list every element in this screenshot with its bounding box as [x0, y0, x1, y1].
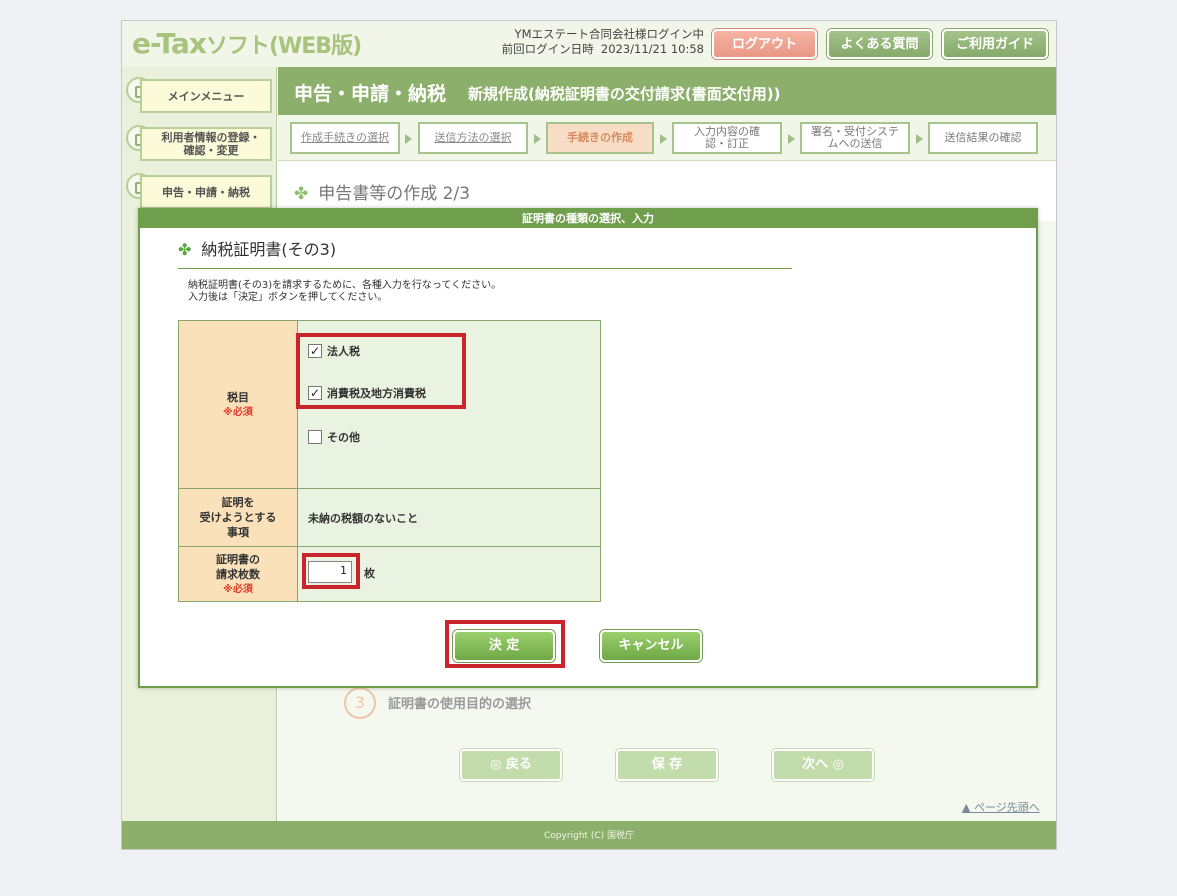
step-arrow-icon: [405, 134, 412, 144]
step-create: 手続きの作成: [546, 122, 654, 154]
sidebar-item-main-menu[interactable]: メインメニュー: [140, 79, 272, 113]
certificate-form-table: 税目 ※必須 ✓ 法人税 ✓ 消費税及地方消費税 その他 証明を 受けようとする…: [178, 320, 601, 602]
dialog-header: 証明書の種類の選択、入力: [140, 210, 1036, 228]
matter-label-cell: 証明を 受けようとする 事項: [178, 488, 298, 547]
clover-icon: ✤: [178, 240, 192, 259]
header: e-Taxソフト(WEB版) YMエステート合同会社様ログイン中 前回ログイン日…: [122, 21, 1056, 67]
tax-label-cell: 税目 ※必須: [178, 320, 298, 489]
save-button[interactable]: 保 存: [616, 749, 718, 781]
sidebar-item-user-info[interactable]: 利用者情報の登録・確認・変更: [140, 127, 272, 161]
login-user: YMエステート合同会社様ログイン中: [514, 27, 704, 41]
checkbox-unchecked-icon[interactable]: [308, 430, 322, 444]
step-select-method[interactable]: 送信方法の選択: [418, 122, 528, 154]
logout-button[interactable]: ログアウト: [712, 29, 817, 59]
faq-button[interactable]: よくある質問: [827, 29, 932, 59]
back-button[interactable]: ◎ 戻る: [460, 749, 562, 781]
cancel-button[interactable]: キャンセル: [600, 630, 702, 662]
matter-value: 未納の税額のないこと: [297, 488, 601, 547]
section-title: 申告・申請・納税: [294, 83, 447, 105]
etax-logo: e-Taxソフト(WEB版): [132, 27, 362, 60]
user-info: YMエステート合同会社様ログイン中 前回ログイン日時 2023/11/21 10…: [482, 27, 704, 57]
sidebar-item-filing[interactable]: 申告・申請・納税: [140, 175, 272, 209]
page-title: 新規作成(納税証明書の交付請求(書面交付用)): [468, 85, 781, 103]
step-progress: 作成手続きの選択 送信方法の選択 手続きの作成 入力内容の確認・訂正 署名・受付…: [278, 115, 1056, 161]
step-arrow-icon: [916, 134, 923, 144]
form-subtitle: ✤ 申告書等の作成 2/3: [294, 184, 471, 204]
title-bar: 申告・申請・納税 新規作成(納税証明書の交付請求(書面交付用)): [278, 67, 1056, 115]
step-arrow-icon: [788, 134, 795, 144]
step-arrow-icon: [534, 134, 541, 144]
step-number-badge: 3: [344, 687, 376, 719]
highlight-box: [296, 333, 466, 409]
step-select-procedure[interactable]: 作成手続きの選択: [290, 122, 400, 154]
tax-option-other[interactable]: その他: [308, 429, 360, 445]
step-submit: 署名・受付システムへの送信: [800, 122, 910, 154]
count-unit: 枚: [364, 567, 375, 580]
next-button[interactable]: 次へ ◎: [772, 749, 874, 781]
certificate-dialog: 証明書の種類の選択、入力 ✤ 納税証明書(その3) 納税証明書(その3)を請求する…: [138, 208, 1038, 688]
step-result: 送信結果の確認: [928, 122, 1038, 154]
step-arrow-icon: [660, 134, 667, 144]
last-login: 前回ログイン日時 2023/11/21 10:58: [501, 42, 704, 56]
title-divider: [178, 268, 792, 269]
step-purpose-label: 証明書の使用目的の選択: [388, 697, 532, 712]
highlight-box: [302, 553, 360, 589]
count-value-cell: 1 枚: [297, 546, 601, 602]
guide-button[interactable]: ご利用ガイド: [942, 29, 1048, 59]
footer: Copyright (C) 国税庁: [122, 821, 1056, 849]
dialog-description: 納税証明書(その3)を請求するために、各種入力を行なってください。 入力後は「決…: [188, 280, 502, 303]
dialog-title: ✤ 納税証明書(その3): [178, 240, 337, 259]
confirm-button[interactable]: 決 定: [453, 630, 555, 662]
tax-options-cell: ✓ 法人税 ✓ 消費税及地方消費税 その他: [296, 320, 601, 489]
step-review: 入力内容の確認・訂正: [672, 122, 782, 154]
count-label-cell: 証明書の 請求枚数 ※必須: [178, 546, 298, 602]
page-top-link[interactable]: ▲ ページ先頭へ: [962, 799, 1040, 815]
clover-icon: ✤: [294, 184, 309, 204]
